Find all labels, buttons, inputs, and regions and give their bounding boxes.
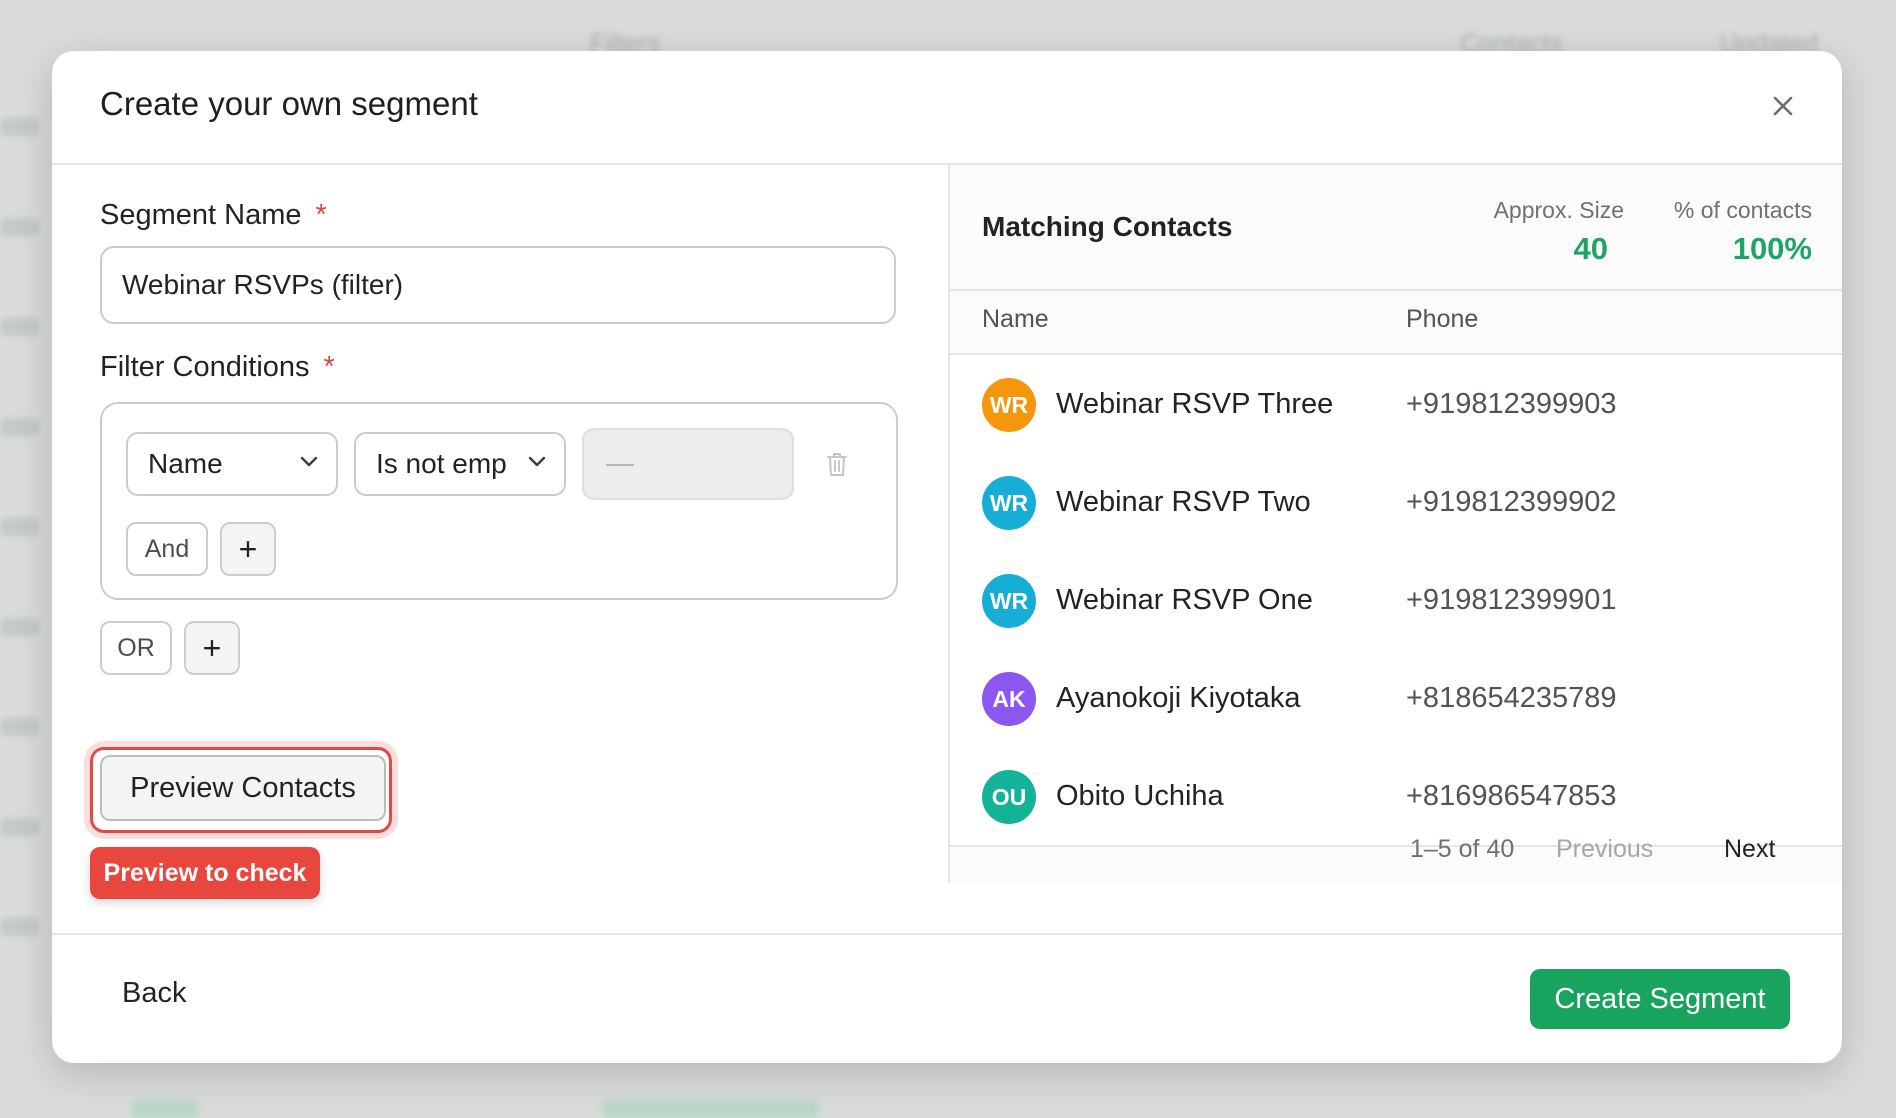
contact-phone: +816986547853 <box>1406 780 1617 812</box>
avatar: OU <box>982 770 1036 824</box>
contact-name: Ayanokoji Kiyotaka <box>1056 682 1301 714</box>
contact-name: Webinar RSVP Three <box>1056 388 1334 420</box>
approx-size-value: 40 <box>1573 231 1608 266</box>
background-cell <box>0 918 40 936</box>
background-pill <box>130 1100 200 1118</box>
modal-footer: Back Create Segment <box>52 933 1842 1063</box>
table-row[interactable]: OU Obito Uchiha +816986547853 <box>950 747 1842 847</box>
table-row[interactable]: AK Ayanokoji Kiyotaka +818654235789 <box>950 649 1842 749</box>
contact-phone: +919812399902 <box>1406 486 1617 518</box>
avatar: WR <box>982 476 1036 530</box>
approx-size-label: Approx. Size <box>1493 197 1624 223</box>
background-pill <box>600 1100 820 1118</box>
background-cell <box>0 618 40 636</box>
filter-conditions-label-text: Filter Conditions <box>100 351 310 383</box>
contact-name: Webinar RSVP One <box>1056 584 1313 616</box>
preview-contacts-button[interactable]: Preview Contacts <box>100 755 386 821</box>
avatar: WR <box>982 574 1036 628</box>
condition-value-input[interactable]: — <box>582 428 794 500</box>
background-cell <box>0 218 40 236</box>
and-button[interactable]: And <box>126 522 208 576</box>
table-row[interactable]: WR Webinar RSVP Three +919812399903 <box>950 355 1842 455</box>
background-cell <box>0 118 40 136</box>
create-segment-modal: Create your own segment Segment Name * Fi… <box>52 51 1842 1063</box>
avatar: AK <box>982 672 1036 726</box>
operator-select-value: Is not emp <box>376 448 507 479</box>
background-cell <box>0 518 40 536</box>
add-or-group-button[interactable]: + <box>184 621 240 675</box>
pagination-count: 1–5 of 40 <box>1410 835 1515 863</box>
required-mark: * <box>315 199 327 231</box>
condition-value-placeholder: — <box>606 447 634 478</box>
pagination-next-button[interactable]: Next <box>1724 835 1775 864</box>
field-select[interactable]: Name <box>126 432 338 496</box>
or-button[interactable]: OR <box>100 621 172 675</box>
trash-icon[interactable] <box>824 450 850 478</box>
required-mark: * <box>323 351 335 383</box>
create-segment-button[interactable]: Create Segment <box>1530 969 1790 1029</box>
contact-name: Obito Uchiha <box>1056 780 1224 812</box>
chevron-down-icon <box>300 456 318 467</box>
filter-conditions-label: Filter Conditions * <box>100 351 335 384</box>
filter-group: Name Is not emp — And + <box>100 402 898 600</box>
modal-title: Create your own segment <box>100 85 478 122</box>
segment-name-label-text: Segment Name <box>100 199 302 231</box>
matching-contacts-header: Matching Contacts Approx. Size 40 % of c… <box>950 165 1842 291</box>
segment-form: Segment Name * Filter Conditions * Name Is… <box>52 165 948 899</box>
matching-contacts-title: Matching Contacts <box>982 211 1233 242</box>
background-cell <box>0 418 40 436</box>
contact-phone: +919812399903 <box>1406 388 1617 420</box>
close-icon[interactable] <box>1768 91 1798 121</box>
table-row[interactable]: WR Webinar RSVP Two +919812399902 <box>950 453 1842 553</box>
add-and-condition-button[interactable]: + <box>220 522 276 576</box>
operator-select[interactable]: Is not emp <box>354 432 566 496</box>
matching-contacts-panel: Matching Contacts Approx. Size 40 % of c… <box>948 165 1842 883</box>
back-button[interactable]: Back <box>122 977 186 1010</box>
pagination-previous-button[interactable]: Previous <box>1556 835 1653 864</box>
contact-name: Webinar RSVP Two <box>1056 486 1311 518</box>
avatar: WR <box>982 378 1036 432</box>
column-header-phone: Phone <box>1406 305 1479 333</box>
background-cell <box>0 818 40 836</box>
percent-contacts-label: % of contacts <box>1673 197 1812 223</box>
contact-phone: +818654235789 <box>1406 682 1617 714</box>
column-header-name: Name <box>982 305 1049 333</box>
modal-header: Create your own segment <box>52 51 1842 165</box>
percent-contacts-value: 100% <box>1732 231 1812 266</box>
table-row[interactable]: WR Webinar RSVP One +919812399901 <box>950 551 1842 651</box>
field-select-value: Name <box>148 448 223 479</box>
preview-tooltip: Preview to check <box>90 847 320 899</box>
segment-name-input[interactable] <box>100 246 896 324</box>
segment-name-label: Segment Name * <box>100 199 327 232</box>
contact-phone: +919812399901 <box>1406 584 1617 616</box>
chevron-down-icon <box>528 456 546 467</box>
background-cell <box>0 318 40 336</box>
background-cell <box>0 718 40 736</box>
